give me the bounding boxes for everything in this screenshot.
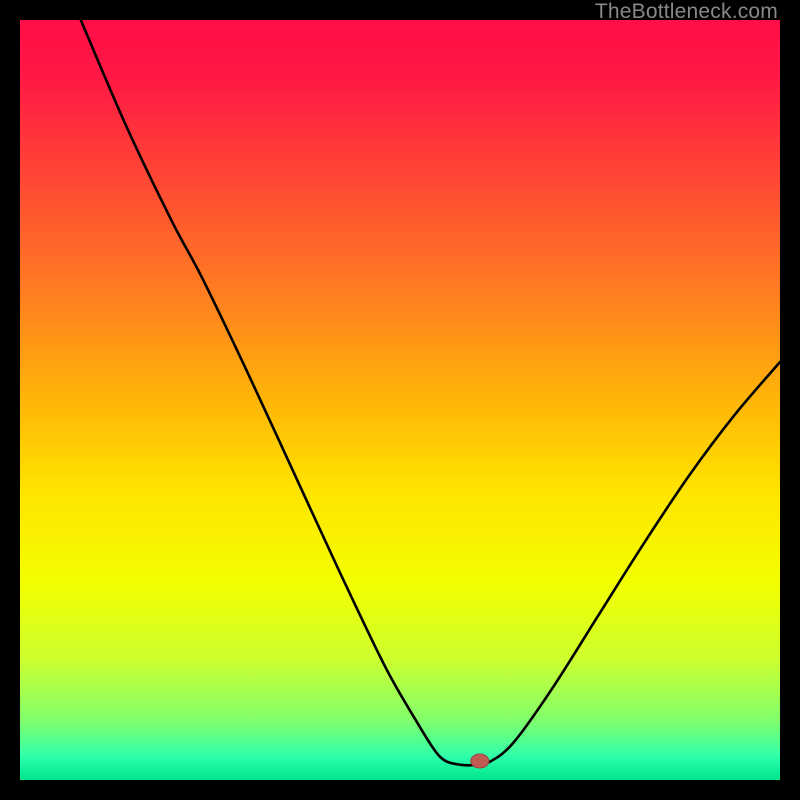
chart-background [20,20,780,780]
optimal-marker [471,754,489,768]
watermark-text: TheBottleneck.com [595,0,778,24]
chart-svg [20,20,780,780]
chart-frame [20,20,780,780]
